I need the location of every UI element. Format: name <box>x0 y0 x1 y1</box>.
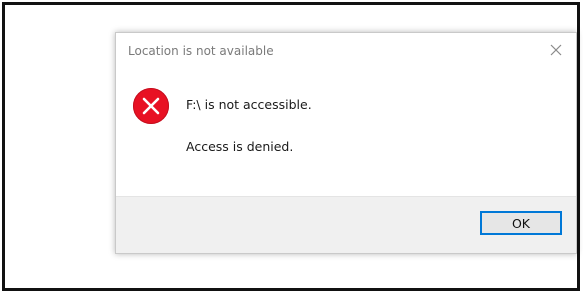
dialog-footer: OK <box>116 196 576 253</box>
error-message: F:\ is not accessible. <box>186 97 312 112</box>
close-button[interactable] <box>544 39 568 61</box>
error-icon <box>133 88 169 124</box>
screenshot-frame: Location is not available F:\ is not acc… <box>2 2 580 291</box>
error-dialog: Location is not available F:\ is not acc… <box>115 32 577 254</box>
dialog-title: Location is not available <box>128 44 274 58</box>
dialog-content: F:\ is not accessible. Access is denied. <box>116 69 576 195</box>
ok-button[interactable]: OK <box>480 211 562 235</box>
close-icon <box>550 44 562 56</box>
error-detail: Access is denied. <box>186 139 294 154</box>
dialog-titlebar: Location is not available <box>116 33 576 69</box>
